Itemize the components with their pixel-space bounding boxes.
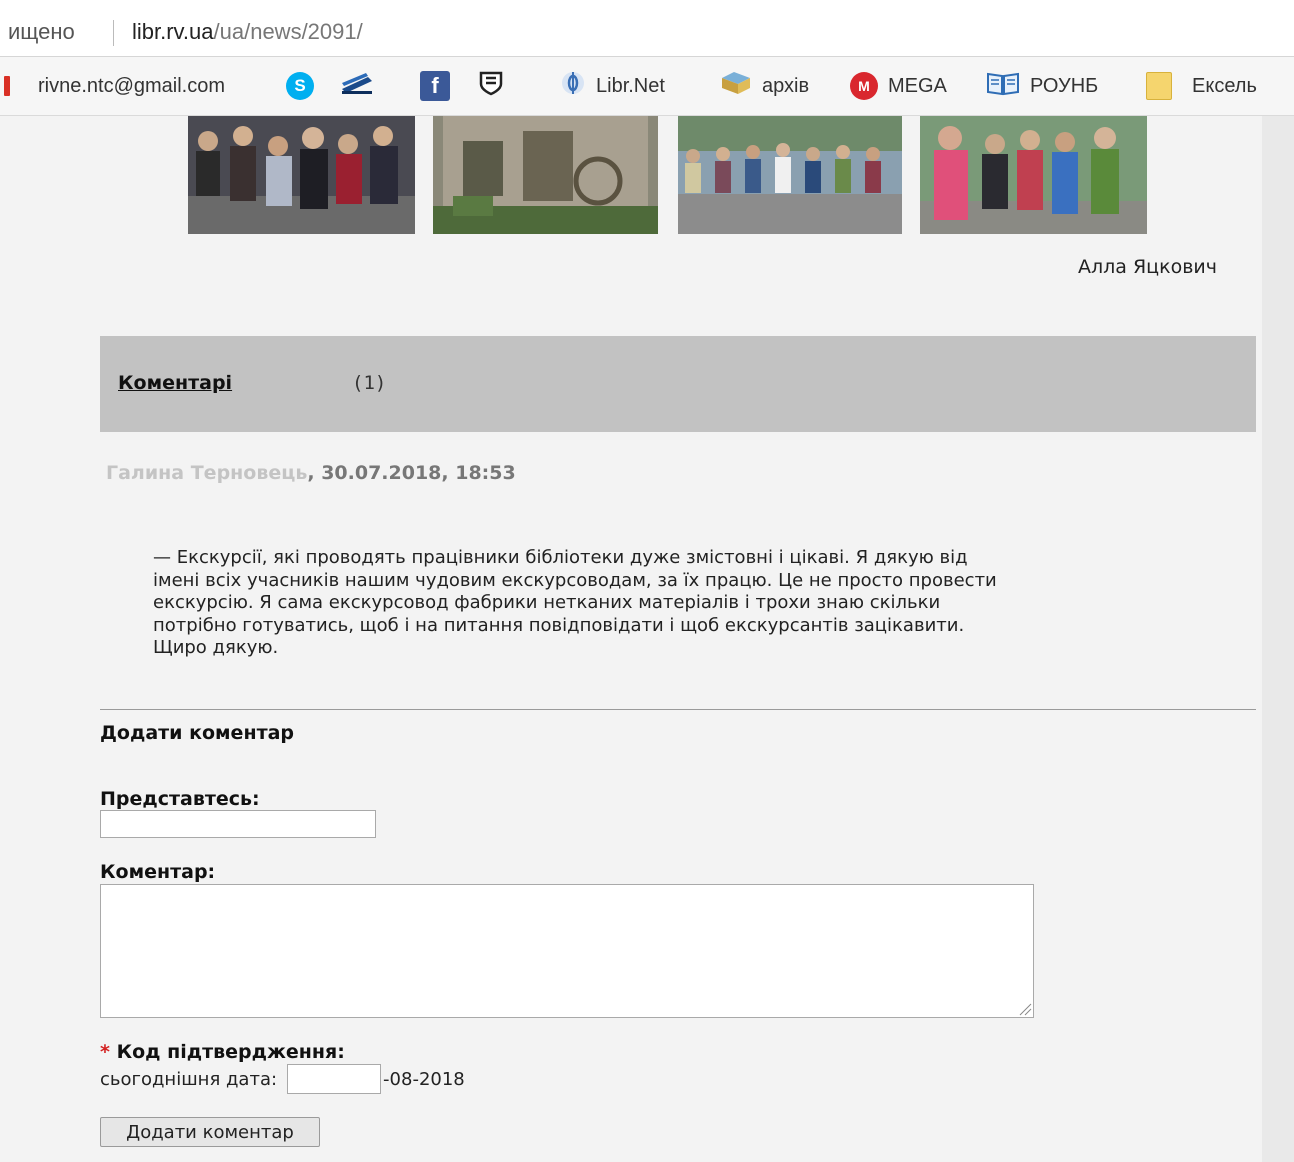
bookmark-label: MEGA — [888, 74, 947, 97]
commenter-name: Галина Терновець — [106, 462, 308, 484]
address-bar[interactable]: ищено libr.rv.ua/ua/news/2091/ — [0, 0, 1294, 57]
article-photo[interactable] — [920, 116, 1147, 234]
page-gutter — [1262, 116, 1294, 1162]
url-field[interactable]: libr.rv.ua/ua/news/2091/ — [132, 19, 363, 45]
facebook-icon: f — [420, 71, 450, 101]
mega-icon: M — [850, 72, 878, 100]
resize-grip-icon[interactable] — [1016, 1000, 1032, 1016]
address-separator — [113, 20, 114, 46]
bookmark-label: Ексель — [1192, 74, 1257, 97]
comments-count: (1) — [352, 372, 387, 394]
bookmark-label: РОУНБ — [1030, 74, 1099, 97]
comment-line: Щиро дякую. — [153, 637, 279, 658]
article-photo[interactable] — [678, 116, 902, 234]
bookmark-skype[interactable]: S — [286, 57, 314, 115]
bookmark-excel[interactable]: Ексель — [1146, 57, 1257, 115]
open-book-icon — [986, 70, 1020, 102]
comment-meta: Галина Терновець, 30.07.2018, 18:53 — [106, 462, 516, 484]
bookmark-label: rivne.ntc@gmail.com — [38, 74, 226, 97]
comment-line: екскурсію. Я сама екскурсовод фабрики не… — [153, 592, 941, 613]
bookmark-rounb[interactable]: РОУНБ — [986, 57, 1098, 115]
comment-textarea[interactable] — [100, 884, 1034, 1018]
comment-line: потрібно готуватись, щоб і на питання по… — [153, 614, 965, 636]
url-domain: libr.rv.ua — [132, 19, 214, 44]
archive-icon — [720, 70, 752, 102]
bookmark-shield[interactable] — [478, 57, 504, 115]
name-label: Представтесь: — [100, 788, 260, 810]
comment-line: — Екскурсії, які проводять працівники бі… — [153, 547, 968, 568]
article-photo[interactable] — [433, 116, 658, 234]
captcha-label-row: * Код підтвердження: — [100, 1041, 345, 1063]
comment-body: — Екскурсії, які проводять працівники бі… — [153, 547, 1183, 660]
captcha-day-input[interactable] — [287, 1064, 382, 1094]
comments-link[interactable]: Коментарі — [118, 372, 232, 394]
comment-line: імені всіх учасників нашим чудовим екску… — [153, 569, 997, 591]
date-prefix: сьогоднішня дата: — [100, 1068, 278, 1090]
bookmark-gmail[interactable]: rivne.ntc@gmail.com — [4, 57, 258, 115]
article-author: Алла Яцкович — [1078, 256, 1217, 278]
captcha-date-row: сьогоднішня дата: -08-2018 — [100, 1064, 465, 1094]
bookmark-label: Libr.Net — [596, 74, 665, 97]
add-comment-heading: Додати коментар — [100, 722, 295, 744]
comments-header: Коментарі (1) — [100, 336, 1256, 432]
comment-datetime: , 30.07.2018, 18:53 — [307, 462, 516, 484]
article-photo[interactable] — [188, 116, 415, 234]
bookmark-archive[interactable]: архів — [720, 57, 809, 115]
bookmark-libr-net[interactable]: Libr.Net — [560, 57, 665, 115]
gmail-icon — [4, 76, 10, 96]
name-input[interactable] — [100, 810, 376, 838]
required-star: * — [100, 1041, 110, 1063]
shield-icon — [478, 70, 504, 102]
section-divider — [100, 709, 1256, 710]
bookmark-label: архів — [762, 74, 810, 97]
date-suffix: -08-2018 — [383, 1068, 465, 1090]
book-stack-icon — [340, 71, 374, 101]
bookmark-facebook[interactable]: f — [420, 57, 450, 115]
security-indicator[interactable]: ищено — [8, 19, 75, 45]
bookmarks-bar: rivne.ntc@gmail.com S f Libr.Net архів M… — [0, 57, 1294, 116]
bookmark-mega[interactable]: M MEGA — [850, 57, 947, 115]
comment-label: Коментар: — [100, 861, 216, 883]
skype-icon: S — [286, 72, 314, 100]
libr-net-icon — [560, 70, 586, 102]
bookmark-book-stack[interactable] — [340, 57, 374, 115]
submit-comment-button[interactable]: Додати коментар — [100, 1117, 320, 1147]
url-path: /ua/news/2091/ — [213, 19, 363, 44]
folder-icon — [1146, 72, 1172, 100]
captcha-label: Код підтвердження: — [116, 1041, 345, 1063]
